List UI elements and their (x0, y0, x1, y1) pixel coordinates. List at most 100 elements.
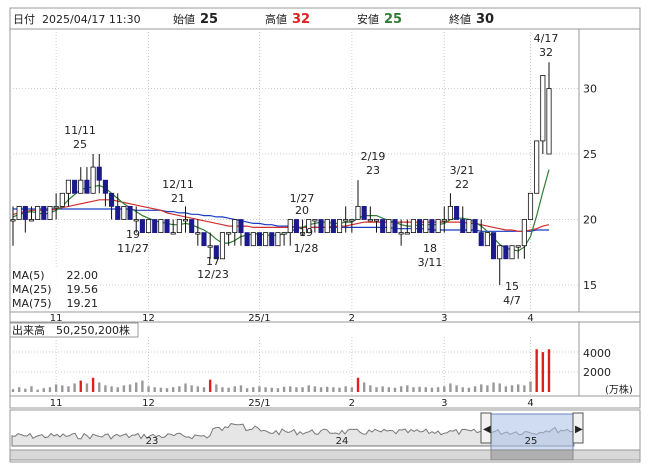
annotation-date: 11/11 (64, 124, 96, 137)
candle-down (72, 179, 78, 194)
volume-bar (245, 388, 249, 392)
candle-up (78, 179, 84, 194)
volume-bar (381, 386, 384, 392)
volume-bar (67, 386, 70, 392)
volume-bar (350, 387, 354, 392)
candle-down (41, 205, 47, 220)
candle-up (226, 232, 232, 235)
candle-up (90, 166, 96, 194)
candle-up (466, 219, 472, 233)
month-label: 11 (50, 313, 63, 324)
volume-bar (116, 387, 119, 392)
high-label: 高値 (265, 12, 287, 26)
month-label: 4 (527, 313, 533, 324)
candle-up (343, 219, 349, 222)
volume-bar (196, 386, 200, 392)
volume-bar (356, 377, 360, 392)
candle-down (460, 219, 466, 233)
month-label: 2 (349, 313, 355, 324)
volume-bar (492, 382, 495, 392)
month-label: 3 (441, 313, 447, 324)
candle-down (417, 219, 423, 233)
candle-up (312, 219, 318, 222)
volume-bar (301, 387, 304, 392)
volume-bar (227, 387, 230, 392)
volume-tick-2000: 2000 (583, 366, 611, 379)
volume-bar (461, 387, 464, 392)
volume-bar (159, 387, 163, 392)
navigator-year-24: 24 (336, 436, 349, 447)
volume-bar (239, 385, 243, 392)
date-label: 日付 (13, 13, 35, 26)
volume-bar (233, 386, 236, 392)
volume-bar (480, 384, 483, 392)
candle-up (497, 245, 503, 260)
candle-down (454, 205, 460, 220)
annotation-value: 20 (295, 204, 309, 217)
candle-up (133, 219, 139, 222)
close-value: 30 (476, 12, 494, 27)
volume-bar (295, 387, 298, 392)
volume-bar (110, 386, 113, 392)
candle-up (534, 140, 540, 194)
candle-up (16, 205, 22, 220)
chart-svg: 15202530 11/11251911/2712/11211712/231/2… (9, 7, 641, 463)
candle-up (521, 219, 527, 247)
volume-month-label: 4 (527, 398, 533, 409)
ma5-value: 22.00 (67, 269, 99, 282)
candle-down (139, 219, 145, 233)
candle-down (472, 219, 478, 233)
volume-month-label: 12 (142, 398, 155, 409)
volume-bar (270, 387, 273, 392)
volume-bar (153, 387, 156, 392)
annotation-value: 25 (73, 138, 87, 151)
high-value: 32 (292, 12, 310, 27)
navigator-year-23: 23 (146, 436, 159, 447)
price-tick-label: 15 (583, 279, 597, 292)
volume-bar (362, 382, 366, 392)
candle-up (145, 219, 152, 233)
candle-up (121, 205, 127, 220)
candle-up (441, 219, 447, 222)
low-label: 安値 (357, 12, 379, 26)
candle-up (65, 179, 72, 194)
volume-bar (264, 387, 267, 392)
candle-up (373, 219, 380, 222)
candle-down (127, 205, 133, 220)
navigator-scrollbar-thumb[interactable] (490, 449, 574, 461)
candle-down (429, 219, 435, 233)
annotation-date: 15 (505, 280, 519, 293)
volume-bar (79, 380, 82, 392)
month-label: 12 (142, 313, 155, 324)
volume-bar (344, 386, 347, 392)
volume-bar (258, 386, 261, 392)
candle-down (22, 205, 28, 220)
volume-bar (104, 385, 107, 392)
candle-up (349, 219, 355, 222)
candle-up (540, 75, 546, 142)
volume-bar (30, 386, 33, 392)
annotation-date: 18 (423, 242, 437, 255)
volume-bar (122, 385, 126, 392)
volume-bar (326, 386, 329, 392)
volume-tick-4000: 4000 (583, 347, 611, 360)
volume-bar (147, 386, 150, 392)
candle-up (232, 219, 238, 233)
price-tick-label: 25 (583, 148, 597, 161)
volume-bar (141, 380, 144, 392)
volume-value: 50,250,200株 (56, 323, 130, 337)
volume-bar (375, 387, 378, 392)
candle-down (380, 219, 386, 233)
open-label: 始値 (173, 12, 195, 26)
volume-bar (387, 387, 391, 392)
annotation-value: 3/11 (418, 256, 443, 269)
price-tick-label: 20 (583, 214, 597, 227)
volume-bar (190, 385, 193, 392)
candle-up (158, 219, 164, 233)
candle-up (281, 232, 287, 235)
candle-up (263, 232, 269, 247)
candle-up (484, 232, 490, 247)
volume-bar (406, 385, 409, 392)
candle-down (330, 219, 336, 233)
candle-up (404, 232, 410, 235)
